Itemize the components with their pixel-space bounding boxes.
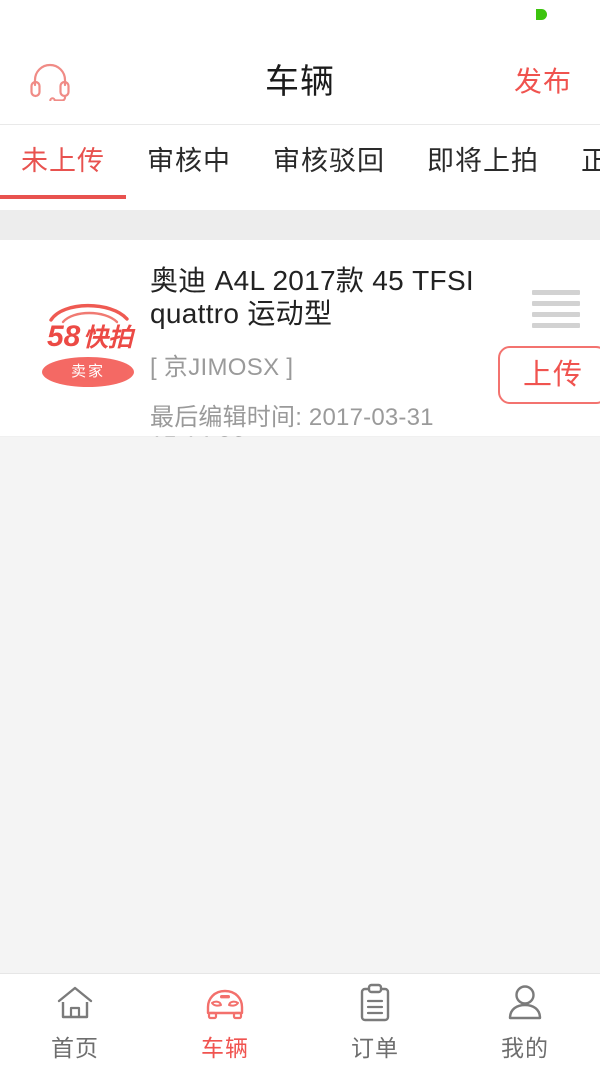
- tab-label: 正在拍卖: [581, 146, 600, 176]
- tab-label: 未上传: [21, 146, 105, 176]
- vehicle-info: 奥迪 A4L 2017款 45 TFSI quattro 运动型 [ 京JIMO…: [150, 264, 510, 460]
- menu-line: [532, 290, 580, 295]
- vehicle-plate: [ 京JIMOSX ]: [150, 354, 294, 381]
- clipboard-icon: [358, 982, 392, 1024]
- tab-active-underline: [0, 195, 126, 199]
- section-divider: [0, 210, 600, 240]
- vehicle-card[interactable]: 58 快拍 卖家 奥迪 A4L 2017款 45 TFSI quattro 运动…: [0, 240, 600, 459]
- upload-button[interactable]: 上传: [498, 346, 600, 404]
- person-icon: [507, 982, 543, 1024]
- logo-seller-badge: 卖家: [42, 357, 134, 387]
- car-icon: [203, 982, 247, 1024]
- nav-label-vehicles: 车辆: [201, 1035, 249, 1061]
- status-bar: [0, 0, 600, 40]
- publish-button[interactable]: 发布: [514, 57, 572, 107]
- nav-item-home[interactable]: 首页: [0, 974, 150, 1067]
- nav-label-profile: 我的: [501, 1035, 549, 1061]
- menu-line: [532, 312, 580, 317]
- tab-label: 审核中: [147, 146, 231, 176]
- tab-1[interactable]: 审核中: [126, 125, 252, 210]
- nav-label-home: 首页: [51, 1035, 99, 1061]
- app-screen: 车辆 发布 未上传 审核中 审核驳回 即将上拍 正在拍卖 58 快拍 卖家 奥迪 A4L…: [0, 0, 600, 1067]
- nav-label-orders: 订单: [351, 1035, 399, 1061]
- empty-list-area: [0, 437, 600, 973]
- nav-item-orders[interactable]: 订单: [300, 974, 450, 1067]
- menu-line: [532, 301, 580, 306]
- vehicle-thumbnail: 58 快拍 卖家: [33, 286, 143, 391]
- status-indicator-icon: [536, 9, 547, 20]
- tab-0[interactable]: 未上传: [0, 125, 126, 210]
- nav-item-vehicles[interactable]: 车辆: [150, 974, 300, 1067]
- tab-label: 审核驳回: [273, 146, 385, 176]
- menu-line: [532, 323, 580, 328]
- vehicle-title: 奥迪 A4L 2017款 45 TFSI quattro 运动型: [150, 265, 474, 329]
- logo-brand: 快拍: [83, 324, 136, 352]
- tab-3[interactable]: 即将上拍: [406, 125, 560, 210]
- home-icon: [55, 982, 95, 1024]
- tab-label: 即将上拍: [427, 146, 539, 176]
- status-tab-bar[interactable]: 未上传 审核中 审核驳回 即将上拍 正在拍卖: [0, 125, 600, 210]
- tab-4[interactable]: 正在拍卖: [560, 125, 600, 210]
- tab-2[interactable]: 审核驳回: [252, 125, 406, 210]
- list-menu-icon[interactable]: [532, 290, 580, 334]
- nav-item-profile[interactable]: 我的: [450, 974, 600, 1067]
- bottom-navigation[interactable]: 首页 车辆 订单 我的: [0, 973, 600, 1067]
- page-title: 车辆: [265, 63, 335, 101]
- app-header: 车辆 发布: [0, 40, 600, 125]
- logo-number: 58: [47, 320, 81, 353]
